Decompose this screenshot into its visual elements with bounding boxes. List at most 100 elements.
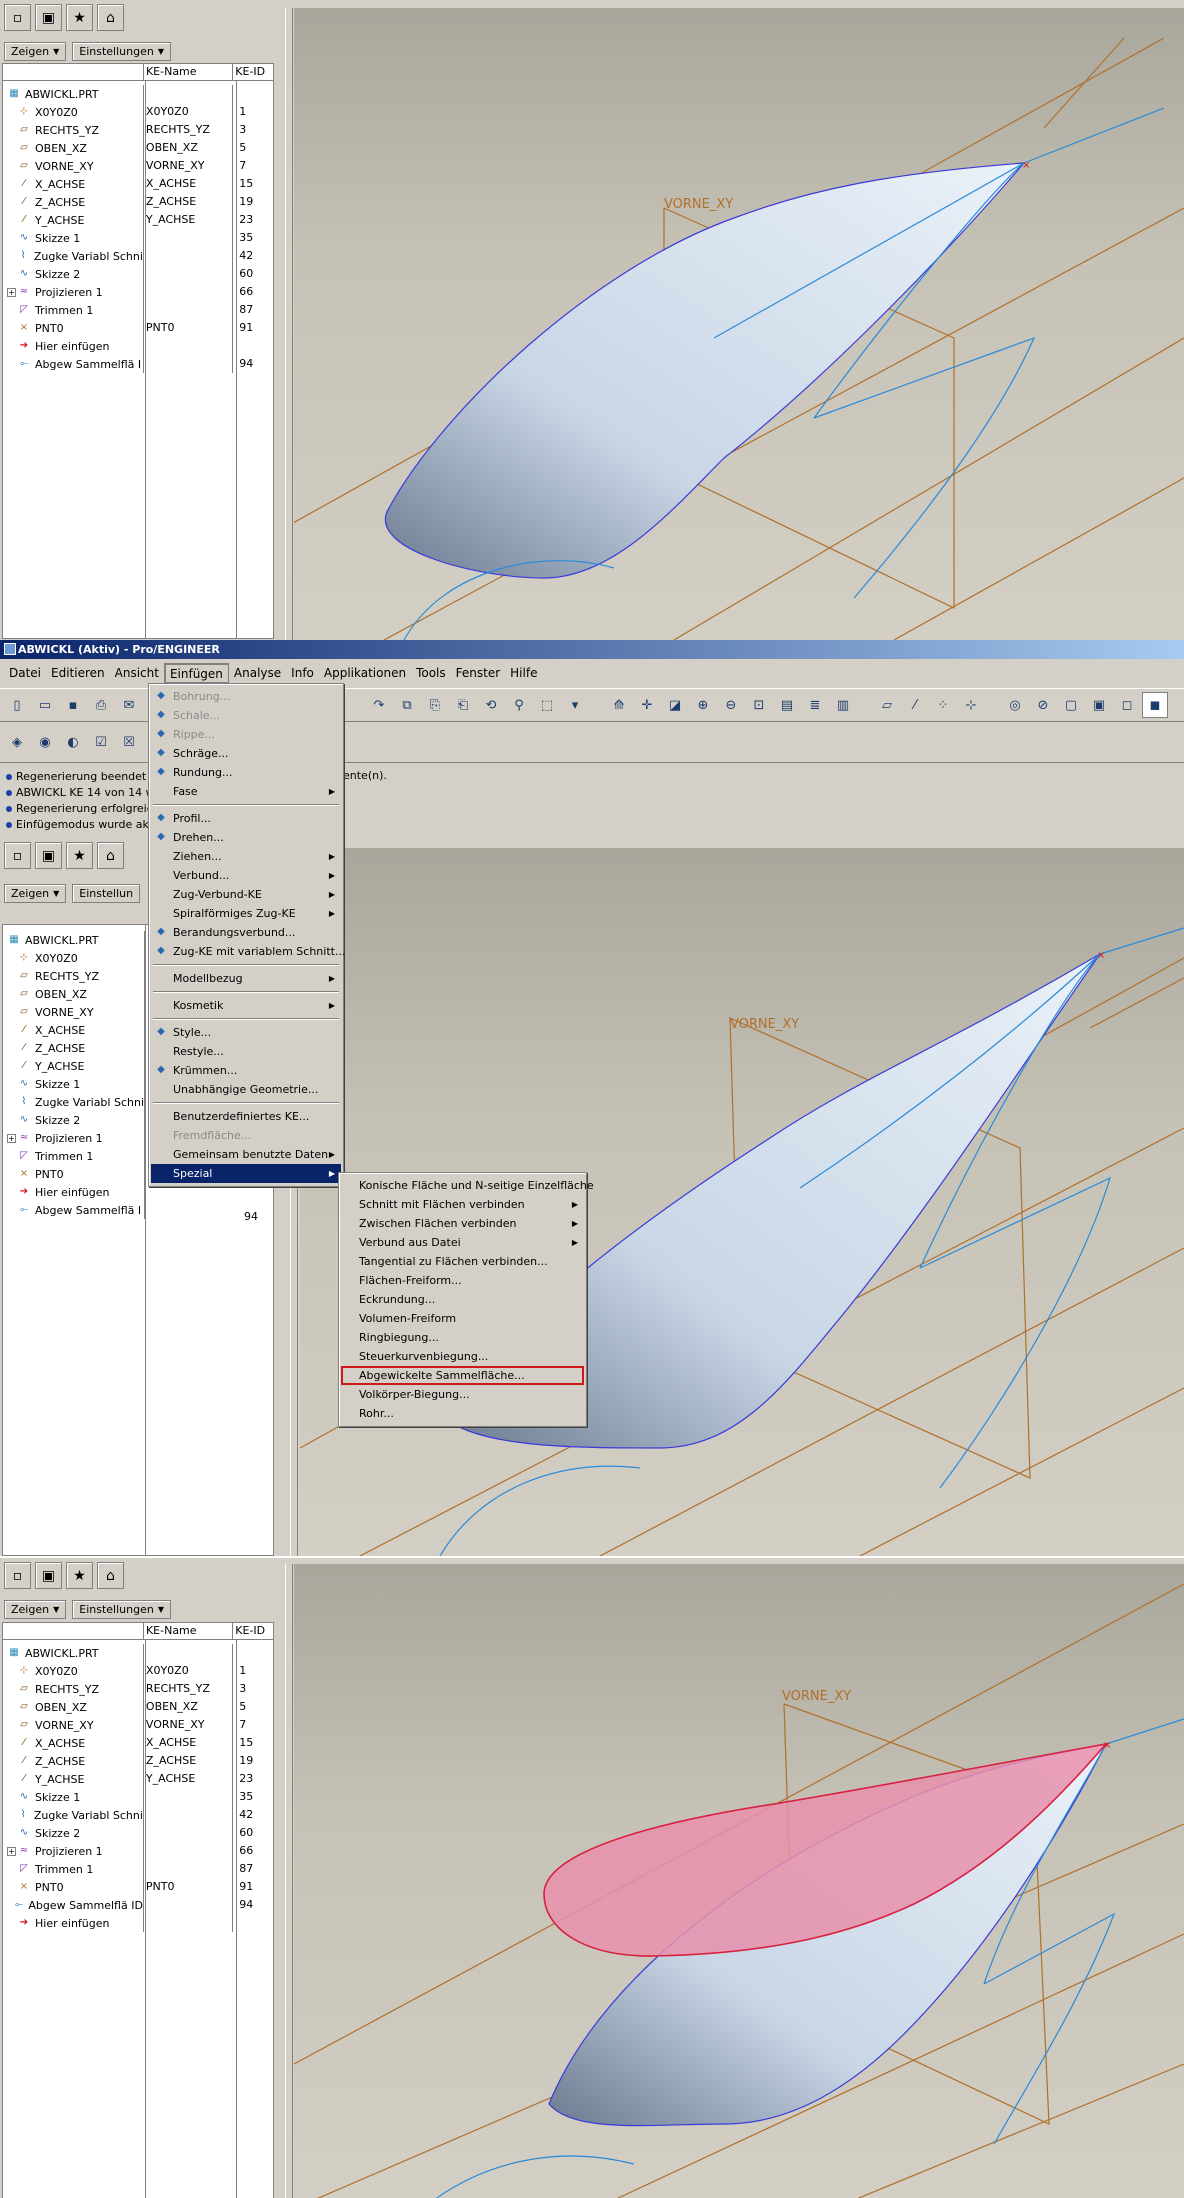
menu-item[interactable]: Spezial ▶: [151, 1164, 341, 1183]
menu-item[interactable]: ◆ Bohrung...: [151, 687, 341, 706]
tree-row[interactable]: ⁄ X_ACHSE X_ACHSE 15: [3, 1734, 273, 1752]
menu-item[interactable]: Eckrundung...: [341, 1290, 584, 1309]
graphics-window[interactable]: VORNE_XY ×: [283, 8, 1184, 640]
menu-item[interactable]: Flächen-Freiform...: [341, 1271, 584, 1290]
zoom-in-icon[interactable]: ⊕: [690, 692, 716, 718]
splitter-handle[interactable]: [285, 8, 293, 640]
menu-item[interactable]: ◆ Schräge...: [151, 744, 341, 763]
menu-datei[interactable]: Datei: [4, 663, 46, 683]
analysis-icon[interactable]: ◈: [4, 729, 30, 755]
new-file-icon[interactable]: ▯: [4, 692, 30, 718]
zoom-out-icon[interactable]: ⊖: [718, 692, 744, 718]
tree-row[interactable]: ∿ Skizze 1 35: [3, 229, 273, 247]
column-header-id[interactable]: KE-ID: [233, 64, 273, 80]
shaded-active-icon[interactable]: ◼: [1142, 692, 1168, 718]
menu-tools[interactable]: Tools: [411, 663, 451, 683]
tree-row[interactable]: ▱ VORNE_XY VORNE_XY 7: [3, 157, 273, 175]
tree-row[interactable]: ▦ ABWICKL.PRT: [3, 1644, 273, 1662]
tree-row[interactable]: ⊹ X0Y0Z0 X0Y0Z0 1: [3, 1662, 273, 1680]
tree-row[interactable]: ▱ VORNE_XY VORNE_XY 7: [3, 1716, 273, 1734]
menu-item[interactable]: Konische Fläche und N-seitige Einzelfläc…: [341, 1176, 594, 1195]
regenerate-icon[interactable]: ⟲: [478, 692, 504, 718]
show-dropdown[interactable]: Zeigen ▼: [4, 42, 67, 61]
spin-center-icon[interactable]: ✛: [634, 692, 660, 718]
tree-row[interactable]: × PNT0 PNT0 91: [3, 319, 273, 337]
color-icon[interactable]: ◉: [32, 729, 58, 755]
tree-row[interactable]: ◸ Trimmen 1 87: [3, 1860, 273, 1878]
favorites-tab-icon[interactable]: ★: [66, 842, 93, 869]
menu-item[interactable]: ◆ Style...: [151, 1023, 341, 1042]
menu-ansicht[interactable]: Ansicht: [110, 663, 164, 683]
email-icon[interactable]: ✉: [116, 692, 142, 718]
tree-row[interactable]: ➔ Hier einfügen: [3, 1914, 273, 1932]
open-folder-icon[interactable]: ▭: [32, 692, 58, 718]
menu-item[interactable]: ◆ Rippe...: [151, 725, 341, 744]
no-hidden-icon[interactable]: ▢: [1058, 692, 1084, 718]
wireframe-icon[interactable]: ◎: [1002, 692, 1028, 718]
tree-row[interactable]: ▱ RECHTS_YZ RECHTS_YZ 3: [3, 121, 273, 139]
menu-item[interactable]: ◆ Zug-KE mit variablem Schnitt...: [151, 942, 345, 961]
menu-item[interactable]: Abgewickelte Sammelfläche...: [341, 1366, 584, 1385]
view-manager-icon[interactable]: ▥: [830, 692, 856, 718]
menu-item[interactable]: Schnitt mit Flächen verbinden ▶: [341, 1195, 584, 1214]
folder-browser-tab-icon[interactable]: ▣: [35, 4, 62, 31]
menu-applikationen[interactable]: Applikationen: [319, 663, 411, 683]
check-icon[interactable]: ☑: [88, 729, 114, 755]
folder-browser-tab-icon[interactable]: ▣: [35, 1562, 62, 1589]
print-icon[interactable]: ⎙: [88, 692, 114, 718]
menu-item[interactable]: Tangential zu Flächen verbinden...: [341, 1252, 584, 1271]
coordinate-systems-icon[interactable]: ⊹: [958, 692, 984, 718]
menu-item[interactable]: Volkörper-Biegung...: [341, 1385, 584, 1404]
menu-fenster[interactable]: Fenster: [451, 663, 506, 683]
menu-item[interactable]: Spiralförmiges Zug-KE ▶: [151, 904, 341, 923]
tree-row[interactable]: ➔ Hier einfügen: [3, 337, 273, 355]
menu-item[interactable]: ◆ Rundung...: [151, 763, 341, 782]
tree-row[interactable]: ⁄ Y_ACHSE Y_ACHSE 23: [3, 1770, 273, 1788]
menu-item[interactable]: Fase ▶: [151, 782, 341, 801]
menu-item[interactable]: Zwischen Flächen verbinden ▶: [341, 1214, 584, 1233]
tree-row[interactable]: ∿ Skizze 2 60: [3, 265, 273, 283]
expand-icon[interactable]: +: [7, 1846, 16, 1856]
menu-item[interactable]: Zug-Verbund-KE ▶: [151, 885, 341, 904]
datum-points-icon[interactable]: ⁘: [930, 692, 956, 718]
tree-row[interactable]: + ≈ Projizieren 1 66: [3, 1842, 273, 1860]
redo-icon[interactable]: ↷: [366, 692, 392, 718]
selection-filter-icon[interactable]: ⬚: [534, 692, 560, 718]
menu-item[interactable]: Verbund... ▶: [151, 866, 341, 885]
menu-item[interactable]: Ringbiegung...: [341, 1328, 584, 1347]
settings-dropdown[interactable]: Einstellun: [72, 884, 141, 903]
tree-row[interactable]: ▱ RECHTS_YZ RECHTS_YZ 3: [3, 1680, 273, 1698]
model-tree-tab-icon[interactable]: ▫: [4, 842, 31, 869]
menu-item[interactable]: ◆ Schale...: [151, 706, 341, 725]
menu-info[interactable]: Info: [286, 663, 319, 683]
tree-row[interactable]: ⁄ Y_ACHSE Y_ACHSE 23: [3, 211, 273, 229]
tree-row[interactable]: ⁄ Z_ACHSE Z_ACHSE 19: [3, 193, 273, 211]
datum-axes-icon[interactable]: ⁄: [902, 692, 928, 718]
connections-tab-icon[interactable]: ⌂: [97, 1562, 124, 1589]
menu-item[interactable]: ◆ Drehen...: [151, 828, 341, 847]
settings-dropdown[interactable]: Einstellungen ▼: [72, 42, 171, 61]
layers-icon[interactable]: ≣: [802, 692, 828, 718]
save-icon[interactable]: ▪: [60, 692, 86, 718]
favorites-tab-icon[interactable]: ★: [66, 4, 93, 31]
menu-item[interactable]: Rohr...: [341, 1404, 584, 1423]
connections-tab-icon[interactable]: ⌂: [97, 4, 124, 31]
menu-analyse[interactable]: Analyse: [229, 663, 286, 683]
menu-item[interactable]: Unabhängige Geometrie...: [151, 1080, 341, 1099]
column-header-name[interactable]: KE-Name: [144, 1623, 234, 1639]
connections-tab-icon[interactable]: ⌂: [97, 842, 124, 869]
copy-icon[interactable]: ⧉: [394, 692, 420, 718]
show-dropdown[interactable]: Zeigen ▼: [4, 1600, 67, 1619]
tree-row[interactable]: ▱ OBEN_XZ OBEN_XZ 5: [3, 1698, 273, 1716]
chevron-down-icon[interactable]: ▾: [562, 692, 588, 718]
tree-row[interactable]: ⁄ X_ACHSE X_ACHSE 15: [3, 175, 273, 193]
menu-item[interactable]: Steuerkurvenbiegung...: [341, 1347, 584, 1366]
graphics-window[interactable]: VORNE_XY ×: [293, 1564, 1184, 2198]
menu-item[interactable]: Restyle...: [151, 1042, 341, 1061]
tree-row[interactable]: ▱ OBEN_XZ OBEN_XZ 5: [3, 139, 273, 157]
settings-dropdown[interactable]: Einstellungen ▼: [72, 1600, 171, 1619]
datum-planes-icon[interactable]: ▱: [874, 692, 900, 718]
saved-views-icon[interactable]: ▤: [774, 692, 800, 718]
splitter-handle[interactable]: [285, 1564, 293, 2198]
shaded-icon[interactable]: ◻: [1114, 692, 1140, 718]
